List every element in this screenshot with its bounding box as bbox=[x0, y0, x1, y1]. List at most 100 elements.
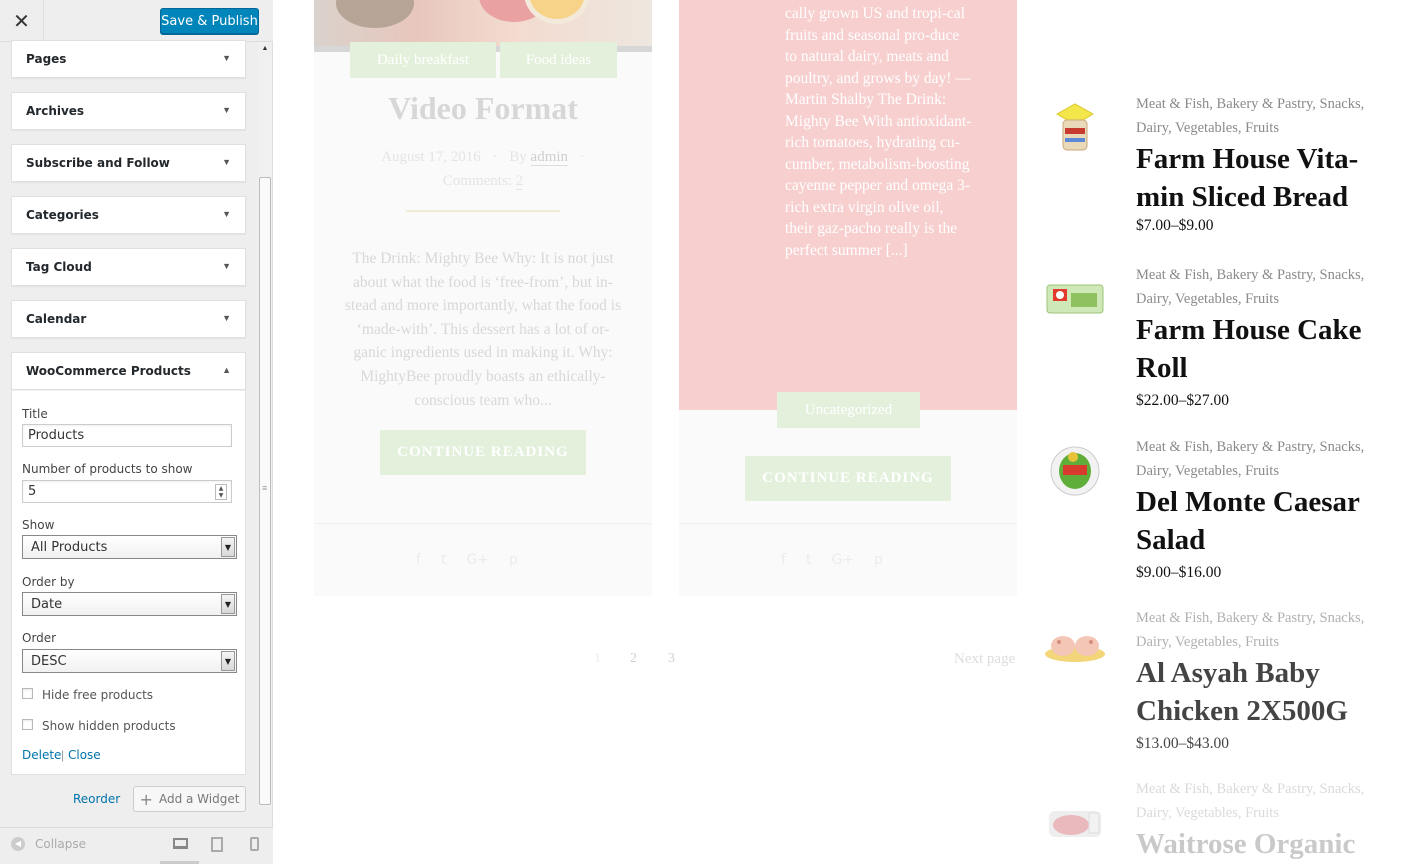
comments-label: Comments: bbox=[442, 173, 512, 189]
next-page-link[interactable]: Next page bbox=[954, 651, 1015, 668]
category-tag[interactable]: Daily breakfast bbox=[350, 42, 496, 78]
number-stepper[interactable]: 5 ▲ ▼ bbox=[22, 480, 232, 503]
widget-title: Tag Cloud bbox=[26, 260, 92, 274]
pinterest-icon[interactable]: p bbox=[874, 552, 883, 568]
customizer-sidebar: ✕ Save & Publish Pages ▼ Archives ▼ Subs… bbox=[0, 0, 273, 864]
widget-archives[interactable]: Archives ▼ bbox=[11, 92, 246, 130]
show-select[interactable]: All Products ▼ bbox=[22, 535, 237, 559]
by-label: By bbox=[509, 149, 527, 165]
chevron-down-icon: ▼ bbox=[222, 209, 231, 219]
tablet-preview-icon[interactable] bbox=[211, 837, 223, 852]
spinner-arrows-icon[interactable]: ▲ ▼ bbox=[215, 484, 227, 500]
sidebar-scrollbar[interactable]: ▲ ≡ bbox=[258, 42, 272, 807]
meta-separator: · bbox=[492, 149, 498, 165]
twitter-icon[interactable]: t bbox=[806, 552, 812, 568]
product-name[interactable]: Farm House Cake Roll bbox=[1136, 311, 1372, 387]
save-publish-button[interactable]: Save & Publish bbox=[160, 8, 259, 34]
plus-icon: + bbox=[139, 789, 153, 809]
orderby-label: Order by bbox=[22, 575, 75, 589]
category-tag[interactable]: Food ideas bbox=[500, 42, 617, 78]
customizer-footer: ◀ Collapse bbox=[0, 827, 273, 864]
order-select[interactable]: DESC ▼ bbox=[22, 649, 237, 673]
product-price: $13.00–$43.00 bbox=[1136, 735, 1229, 752]
comments-count[interactable]: 2 bbox=[515, 173, 524, 190]
chevron-up-icon: ▲ bbox=[222, 365, 231, 375]
widget-tag-cloud[interactable]: Tag Cloud ▼ bbox=[11, 248, 246, 286]
widget-pages[interactable]: Pages ▼ bbox=[11, 40, 246, 78]
post-author[interactable]: admin bbox=[530, 149, 569, 166]
product-name[interactable]: Farm House Vita-min Sliced Bread bbox=[1136, 140, 1372, 216]
desktop-preview-icon[interactable] bbox=[173, 838, 188, 849]
add-widget-button[interactable]: + Add a Widget bbox=[133, 786, 246, 812]
google-plus-icon[interactable]: G+ bbox=[831, 552, 854, 568]
product-categories: Meat & Fish, Bakery & Pastry, Snacks, Da… bbox=[1136, 781, 1365, 821]
bread-icon[interactable] bbox=[1043, 92, 1107, 156]
hide-free-checkbox[interactable] bbox=[22, 688, 33, 699]
widget-title: WooCommerce Products bbox=[26, 364, 191, 378]
show-hidden-label: Show hidden products bbox=[42, 719, 176, 733]
mobile-preview-icon[interactable] bbox=[250, 837, 259, 851]
product-name[interactable]: Waitrose Organic bbox=[1136, 825, 1372, 863]
product-categories: Meat & Fish, Bakery & Pastry, Snacks, Da… bbox=[1136, 96, 1365, 136]
chevron-down-icon: ▼ bbox=[222, 105, 231, 115]
order-label: Order bbox=[22, 631, 57, 645]
post-title[interactable]: Video Format bbox=[314, 90, 652, 127]
number-label: Number of products to show bbox=[22, 462, 193, 476]
product-categories: Meat & Fish, Bakery & Pastry, Snacks, Da… bbox=[1136, 439, 1365, 479]
product-name[interactable]: Al Asyah Baby Chicken 2X500G bbox=[1136, 654, 1372, 730]
facebook-icon[interactable]: f bbox=[781, 552, 786, 568]
chicken-icon[interactable] bbox=[1043, 606, 1107, 670]
share-icons: f t G+ p bbox=[781, 552, 883, 568]
category-tag[interactable]: Uncategorized bbox=[777, 392, 920, 428]
google-plus-icon[interactable]: G+ bbox=[466, 552, 489, 568]
facebook-icon[interactable]: f bbox=[416, 552, 421, 568]
post-excerpt: cally grown US and tropi-cal fruits and … bbox=[785, 5, 972, 259]
woocommerce-products-form: Title Products Number of products to sho… bbox=[11, 390, 246, 775]
twitter-icon[interactable]: t bbox=[441, 552, 447, 568]
chevron-down-icon: ▼ bbox=[222, 261, 231, 271]
collapse-arrow-icon: ◀ bbox=[11, 837, 25, 851]
meat-icon[interactable] bbox=[1043, 777, 1107, 841]
widget-title: Archives bbox=[26, 104, 85, 118]
widget-calendar[interactable]: Calendar ▼ bbox=[11, 300, 246, 338]
widget-title: Calendar bbox=[26, 312, 87, 326]
show-label: Show bbox=[22, 518, 55, 532]
reorder-link[interactable]: Reorder bbox=[73, 792, 120, 806]
grip-icon: ≡ bbox=[262, 483, 268, 493]
divider bbox=[314, 523, 652, 524]
chevron-down-icon: ▼ bbox=[222, 53, 231, 63]
orderby-value: Date bbox=[31, 597, 63, 612]
widget-subscribe-follow[interactable]: Subscribe and Follow ▼ bbox=[11, 144, 246, 182]
add-widget-label: Add a Widget bbox=[158, 792, 240, 806]
pinterest-icon[interactable]: p bbox=[509, 552, 518, 568]
number-value: 5 bbox=[28, 484, 37, 499]
close-link[interactable]: Close bbox=[68, 748, 101, 762]
post-date[interactable]: August 17, 2016 bbox=[381, 149, 481, 165]
scrollbar-thumb[interactable]: ≡ bbox=[259, 177, 271, 805]
product-name[interactable]: Del Monte Caesar Salad bbox=[1136, 483, 1372, 559]
widget-title: Categories bbox=[26, 208, 99, 222]
widget-woocommerce-products[interactable]: WooCommerce Products ▲ bbox=[11, 352, 246, 390]
cake-roll-icon[interactable] bbox=[1043, 263, 1107, 327]
page-link-current[interactable]: 1 bbox=[594, 651, 601, 667]
post-quote-background: cally grown US and tropi-cal fruits and … bbox=[679, 0, 1017, 410]
chevron-down-icon: ▼ bbox=[222, 313, 231, 323]
page-link[interactable]: 3 bbox=[668, 651, 675, 667]
title-input[interactable]: Products bbox=[22, 424, 232, 447]
page-link[interactable]: 2 bbox=[630, 651, 637, 667]
salad-icon[interactable] bbox=[1043, 435, 1107, 499]
select-arrow-icon: ▼ bbox=[221, 594, 235, 614]
scroll-up-icon[interactable]: ▲ bbox=[258, 42, 272, 56]
delete-link[interactable]: Delete bbox=[22, 748, 61, 762]
continue-reading-button[interactable]: CONTINUE READING bbox=[380, 430, 586, 475]
widget-categories[interactable]: Categories ▼ bbox=[11, 196, 246, 234]
link-separator: | bbox=[61, 748, 65, 762]
blog-post-card: Daily breakfast Food ideas Video Format … bbox=[314, 0, 652, 596]
product-categories: Meat & Fish, Bakery & Pastry, Snacks, Da… bbox=[1136, 267, 1365, 307]
continue-reading-button[interactable]: CONTINUE READING bbox=[745, 456, 951, 501]
close-customizer-button[interactable]: ✕ bbox=[0, 0, 44, 42]
collapse-button[interactable]: ◀ Collapse bbox=[11, 837, 86, 851]
orderby-select[interactable]: Date ▼ bbox=[22, 592, 237, 616]
show-hidden-checkbox[interactable] bbox=[22, 719, 33, 730]
chevron-down-icon: ▼ bbox=[222, 157, 231, 167]
